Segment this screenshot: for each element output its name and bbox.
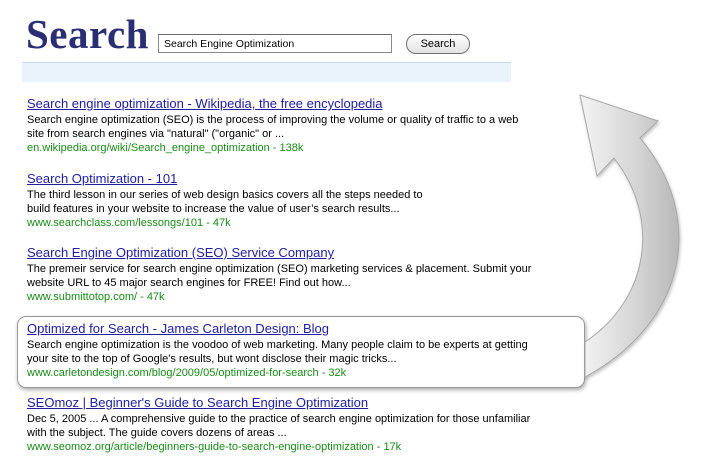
- snippet-line: with the subject. The guide covers dozen…: [27, 427, 287, 439]
- result-title-link[interactable]: Search Optimization - 101: [27, 171, 587, 186]
- snippet-line: your site to the top of Google's results…: [27, 353, 397, 365]
- result-item-3: Search Engine Optimization (SEO) Service…: [27, 245, 587, 304]
- result-snippet: The third lesson in our series of web de…: [27, 188, 587, 216]
- snippet-line: The premeir service for search engine op…: [27, 263, 532, 275]
- result-snippet: Search engine optimization is the voodoo…: [27, 338, 587, 366]
- snippet-line: site from search engines via "natural" (…: [27, 128, 285, 140]
- result-snippet: Search engine optimization (SEO) is the …: [27, 113, 587, 141]
- result-snippet: Dec 5, 2005 ... A comprehensive guide to…: [27, 412, 587, 440]
- result-item-1: Search engine optimization - Wikipedia, …: [27, 96, 587, 155]
- result-url: en.wikipedia.org/wiki/Search_engine_opti…: [27, 142, 304, 154]
- result-url: www.seomoz.org/article/beginners-guide-t…: [27, 441, 402, 453]
- result-item-4: Optimized for Search - James Carleton De…: [27, 321, 587, 380]
- snippet-line: Search engine optimization (SEO) is the …: [27, 114, 519, 126]
- result-item-5: SEOmoz | Beginner's Guide to Search Engi…: [27, 395, 587, 454]
- result-url: www.submittotop.com/ - 47k: [27, 291, 165, 303]
- result-item-2: Search Optimization - 101 The third less…: [27, 171, 587, 230]
- result-title-link[interactable]: SEOmoz | Beginner's Guide to Search Engi…: [27, 395, 587, 410]
- snippet-line: Dec 5, 2005 ... A comprehensive guide to…: [27, 413, 531, 425]
- result-title-link[interactable]: Search Engine Optimization (SEO) Service…: [27, 245, 587, 260]
- snippet-line: The third lesson in our series of web de…: [27, 189, 423, 201]
- result-title-link[interactable]: Optimized for Search - James Carleton De…: [27, 321, 587, 336]
- result-url: www.carletondesign.com/blog/2009/05/opti…: [27, 367, 347, 379]
- snippet-line: website URL to 45 major search engines f…: [27, 277, 351, 289]
- result-url: www.searchclass.com/lessongs/101 - 47k: [27, 217, 231, 229]
- result-title-link[interactable]: Search engine optimization - Wikipedia, …: [27, 96, 587, 111]
- result-snippet: The premeir service for search engine op…: [27, 262, 587, 290]
- snippet-line: Search engine optimization is the voodoo…: [27, 339, 528, 351]
- snippet-line: build features in your website to increa…: [27, 203, 400, 215]
